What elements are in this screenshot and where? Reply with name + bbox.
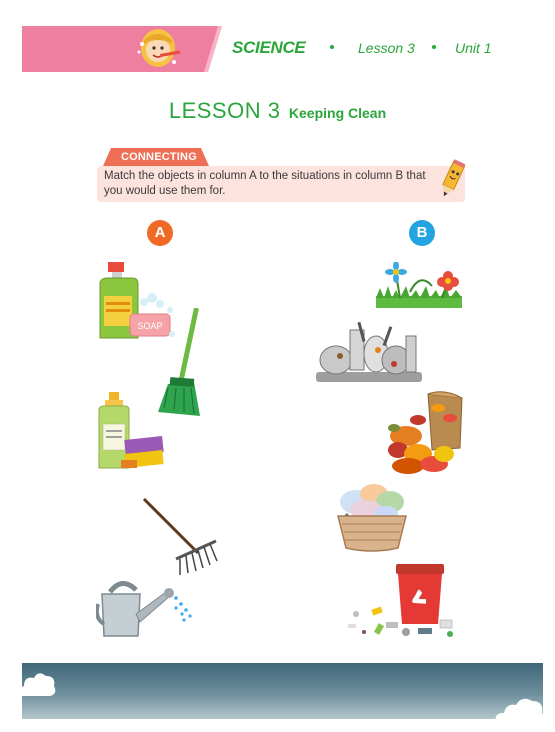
column-a-badge: A	[147, 220, 173, 246]
header-separator-dot	[432, 45, 436, 49]
header-subject: SCIENCE	[232, 38, 306, 57]
rake-icon	[142, 497, 218, 575]
header-banner	[22, 26, 222, 72]
lesson-title: LESSON 3 Keeping Clean	[0, 98, 555, 124]
column-b-badge: B	[409, 220, 435, 246]
trash-bin-with-litter-icon	[348, 564, 453, 637]
header-lesson: Lesson 3	[358, 40, 415, 56]
header-unit: Unit 1	[455, 40, 492, 56]
instruction-text: Match the objects in column A to the sit…	[104, 170, 426, 197]
lesson-number: LESSON 3	[168, 98, 281, 123]
header-separator-dot	[330, 45, 334, 49]
dish-soap-and-sponge-icon	[98, 392, 164, 469]
dirty-dishes-icon	[316, 321, 422, 382]
watering-can-icon	[96, 581, 192, 637]
laundry-basket-icon	[337, 484, 407, 552]
lesson-topic: Keeping Clean	[288, 105, 387, 121]
cloud-icon	[18, 673, 56, 696]
cloud-icon	[495, 698, 545, 723]
footer-bar	[22, 663, 543, 719]
connecting-label: CONNECTING	[121, 151, 197, 163]
pencil-mascot-icon	[442, 159, 466, 197]
fallen-leaves-icon	[388, 391, 463, 474]
flowers-on-grass-icon	[376, 262, 462, 308]
